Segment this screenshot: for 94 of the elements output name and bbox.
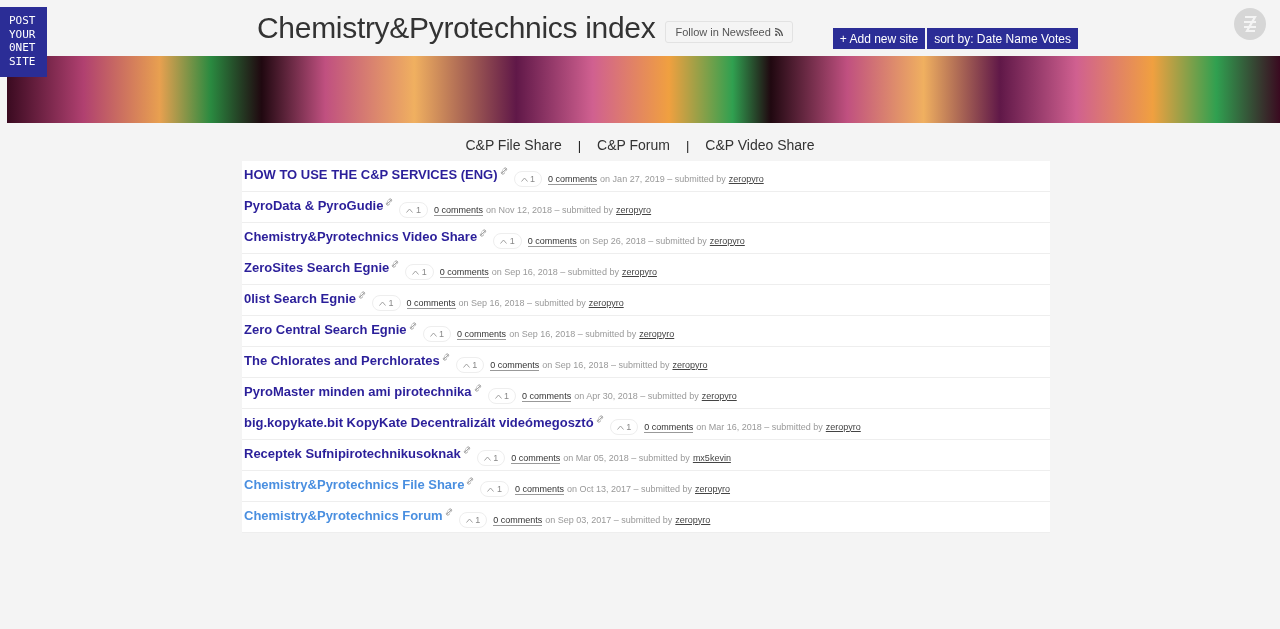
rss-icon — [774, 28, 783, 36]
comments-link[interactable]: 0 comments — [511, 452, 561, 464]
post-date: on Sep 16, 2018 – submitted by — [542, 359, 670, 371]
follow-button[interactable]: Follow in Newsfeed — [665, 21, 793, 43]
user-link[interactable]: zeropyro — [616, 204, 652, 216]
link-icon — [595, 415, 604, 423]
add-site-button[interactable]: + Add new site — [832, 28, 926, 49]
site-title-link[interactable]: PyroData & PyroGudie — [244, 197, 384, 213]
user-link[interactable]: zeropyro — [701, 390, 737, 402]
user-link[interactable]: zeropyro — [709, 235, 745, 247]
user-link[interactable]: zeropyro — [695, 483, 730, 495]
link-icon — [391, 260, 400, 268]
post-date: on Mar 16, 2018 – submitted by — [696, 421, 823, 433]
user-link[interactable]: zeropyro — [639, 328, 675, 340]
comments-link[interactable]: 0 comments — [548, 173, 598, 185]
link-icon — [385, 198, 394, 206]
post-date: on Sep 16, 2018 – submitted by — [491, 266, 619, 278]
upvote-button[interactable]: 1 — [609, 419, 639, 435]
user-link[interactable]: zeropyro — [588, 297, 624, 309]
link-icon — [479, 229, 488, 237]
comments-link[interactable]: 0 comments — [514, 483, 564, 495]
post-date: on Sep 26, 2018 – submitted by — [579, 235, 707, 247]
caret-icon — [462, 363, 470, 368]
link-icon — [444, 508, 453, 516]
upvote-button[interactable]: 1 — [422, 326, 452, 342]
nav-separator: | — [685, 137, 690, 153]
post-date: on Nov 12, 2018 – submitted by — [486, 204, 614, 216]
caret-icon — [429, 332, 437, 337]
site-title-link[interactable]: Zero Central Search Egnie — [244, 321, 407, 337]
site-title-link[interactable]: HOW TO USE THE C&P SERVICES (ENG) — [244, 166, 498, 182]
site-title-link[interactable]: Chemistry&Pyrotechnics Video Share — [244, 228, 478, 244]
site-title-link[interactable]: ZeroSites Search Egnie — [244, 259, 390, 275]
user-link[interactable]: mx5kevin — [692, 452, 731, 464]
link-icon — [473, 384, 482, 392]
comments-link[interactable]: 0 comments — [433, 204, 483, 216]
user-link[interactable]: zeropyro — [675, 514, 711, 526]
link-icon — [358, 291, 366, 299]
user-link[interactable]: zeropyro — [825, 421, 861, 433]
upvote-button[interactable]: 1 — [513, 171, 543, 187]
nav-link[interactable]: C&P File Share — [465, 137, 562, 153]
caret-icon — [520, 177, 528, 182]
nav-link[interactable]: C&P Forum — [597, 137, 670, 153]
post-date: on Mar 05, 2018 – submitted by — [563, 452, 690, 464]
link-icon — [466, 477, 475, 485]
caret-icon — [487, 487, 495, 492]
comments-link[interactable]: 0 comments — [457, 328, 507, 340]
caret-icon — [483, 456, 491, 461]
link-icon — [499, 167, 508, 175]
post-site-logo[interactable]: POST YOUR 0NET SITE — [0, 7, 47, 77]
post-date: on Sep 03, 2017 – submitted by — [545, 514, 673, 526]
upvote-button[interactable]: 1 — [455, 357, 485, 373]
comments-link[interactable]: 0 comments — [644, 421, 694, 433]
comments-link[interactable]: 0 comments — [439, 266, 489, 278]
comments-link[interactable]: 0 comments — [490, 359, 540, 371]
upvote-button[interactable]: 1 — [487, 388, 517, 404]
upvote-button[interactable]: 1 — [476, 450, 506, 466]
caret-icon — [406, 208, 414, 213]
upvote-button[interactable]: 1 — [493, 233, 522, 249]
comments-link[interactable]: 0 comments — [406, 297, 456, 309]
user-link[interactable]: zeropyro — [728, 173, 764, 185]
user-link[interactable]: zeropyro — [672, 359, 708, 371]
caret-icon — [412, 270, 420, 275]
site-title-link[interactable]: The Chlorates and Perchlorates — [244, 352, 440, 368]
user-link[interactable]: zeropyro — [621, 266, 657, 278]
nav-separator: | — [577, 137, 582, 153]
logo-icon[interactable] — [1233, 7, 1267, 41]
site-title-link[interactable]: Receptek Sufnipirotechnikusoknak — [244, 445, 461, 461]
upvote-button[interactable]: 1 — [458, 512, 488, 528]
site-title-link[interactable]: 0list Search Egnie — [244, 290, 356, 306]
upvote-button[interactable]: 1 — [372, 295, 401, 311]
caret-icon — [616, 425, 624, 430]
comments-link[interactable]: 0 comments — [522, 390, 572, 402]
site-title-link[interactable]: PyroMaster minden ami pirotechnika — [244, 383, 472, 399]
upvote-button[interactable]: 1 — [399, 202, 428, 218]
link-icon — [441, 353, 450, 361]
site-title-link[interactable]: big.kopykate.bit KopyKate Decentralizált videómegosztó — [244, 414, 594, 430]
post-date: on Sep 16, 2018 – submitted by — [458, 297, 586, 309]
caret-icon — [465, 518, 473, 523]
link-icon — [408, 322, 417, 330]
caret-icon — [379, 301, 386, 306]
caret-icon — [500, 239, 508, 244]
caret-icon — [494, 394, 502, 399]
post-date: on Apr 30, 2018 – submitted by — [574, 390, 699, 402]
upvote-button[interactable]: 1 — [405, 264, 434, 280]
comments-link[interactable]: 0 comments — [493, 514, 543, 526]
post-date: on Jan 27, 2019 – submitted by — [600, 173, 726, 185]
upvote-button[interactable]: 1 — [480, 481, 509, 497]
sort-button[interactable]: sort by: Date Name Votes — [927, 28, 1078, 49]
post-date: on Oct 13, 2017 – submitted by — [566, 483, 692, 495]
page-title: Chemistry&Pyrotechnics index — [257, 11, 656, 45]
post-date: on Sep 16, 2018 – submitted by — [509, 328, 637, 340]
nav-link[interactable]: C&P Video Share — [705, 137, 815, 153]
link-icon — [462, 446, 471, 454]
comments-link[interactable]: 0 comments — [527, 235, 577, 247]
